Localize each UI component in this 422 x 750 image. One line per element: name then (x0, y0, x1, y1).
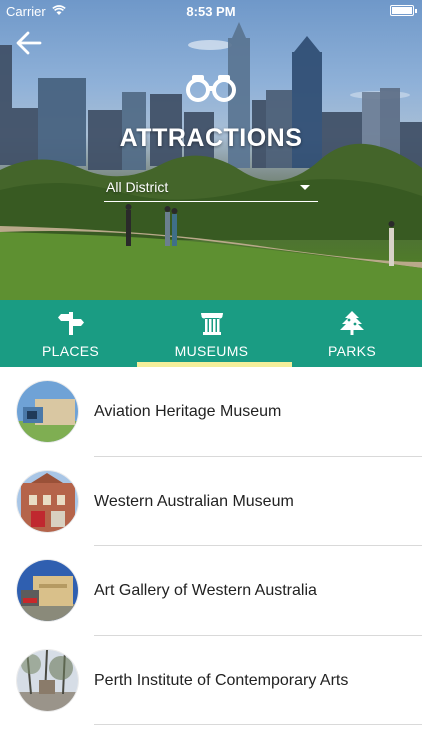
category-tab-bar: PLACES MUSEUMS PARKS (0, 300, 422, 367)
status-time: 8:53 PM (186, 4, 236, 19)
list-item[interactable]: Art Gallery of Western Australia (0, 546, 422, 636)
list-item[interactable]: Aviation Heritage Museum (0, 367, 422, 457)
museum-thumbnail (17, 649, 78, 711)
back-button[interactable] (14, 30, 46, 58)
museum-thumbnail (17, 560, 78, 621)
museum-name: Aviation Heritage Museum (94, 403, 282, 420)
status-bar: Carrier 8:53 PM (0, 0, 422, 22)
binoculars-icon (186, 75, 236, 102)
museum-list: Aviation Heritage Museum Western Austral… (0, 367, 422, 725)
divider (94, 724, 422, 725)
caret-down-icon (300, 185, 310, 190)
museum-thumbnail (17, 381, 78, 442)
museum-name: Art Gallery of Western Australia (94, 582, 317, 599)
museum-thumbnail (17, 470, 78, 532)
list-item[interactable]: Perth Institute of Contemporary Arts (0, 636, 422, 725)
district-dropdown-value: All District (106, 179, 169, 195)
museum-name: Western Australian Museum (94, 492, 294, 510)
list-item[interactable]: Western Australian Museum (0, 457, 422, 546)
battery-icon (390, 5, 417, 16)
signpost-icon (57, 312, 84, 335)
back-arrow-icon (16, 31, 42, 55)
page-title: ATTRACTIONS (119, 124, 303, 152)
tab-places[interactable]: PLACES (0, 300, 141, 367)
district-dropdown[interactable]: All District (104, 178, 318, 202)
tab-museums-label: MUSEUMS (174, 343, 249, 359)
tab-museums[interactable]: MUSEUMS (141, 300, 282, 367)
tab-parks-label: PARKS (328, 343, 376, 359)
tab-parks[interactable]: PARKS (282, 300, 422, 367)
column-icon (200, 313, 223, 335)
hero-banner: Carrier 8:53 PM ATTRACTIONS All District (0, 0, 422, 300)
tree-icon (340, 311, 364, 335)
museum-name: Perth Institute of Contemporary Arts (94, 671, 349, 689)
tab-places-label: PLACES (41, 343, 100, 359)
